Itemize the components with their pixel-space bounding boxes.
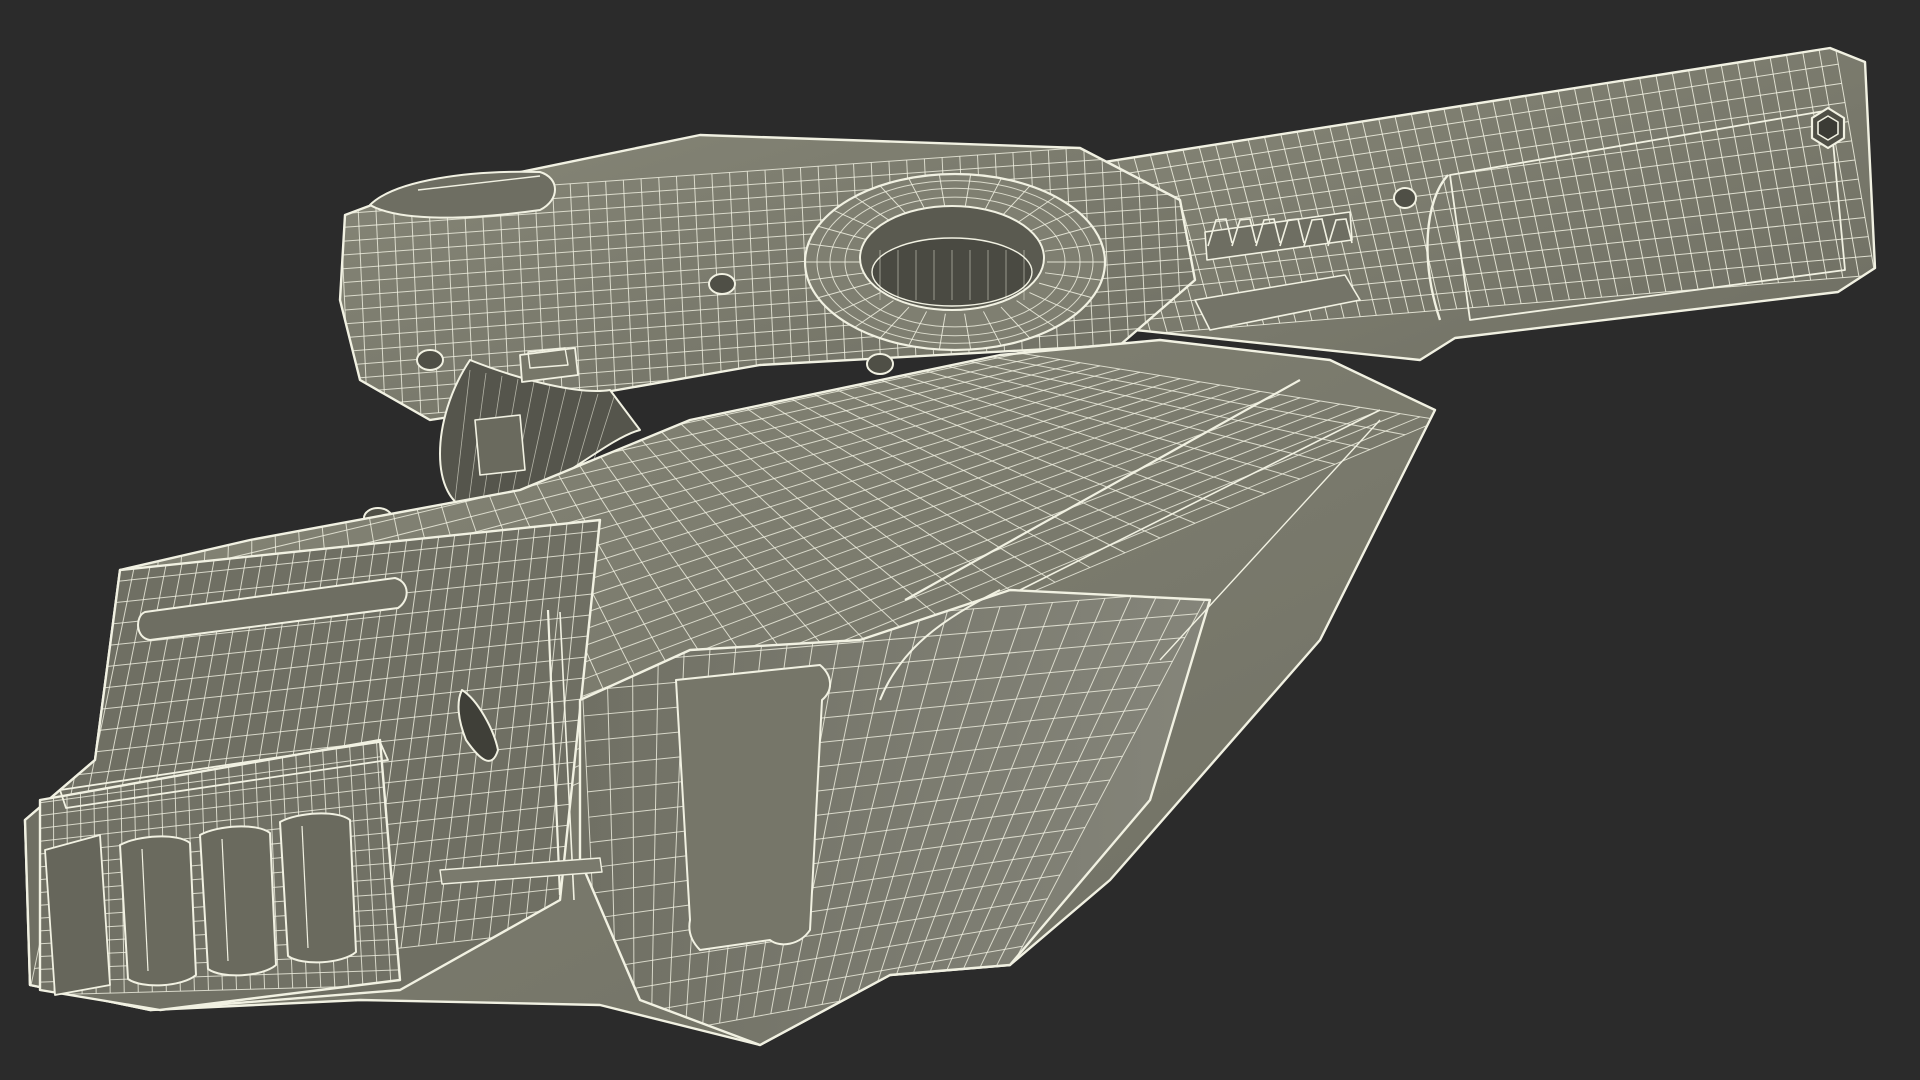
nose-front-face xyxy=(44,834,111,996)
grip-pad xyxy=(675,664,831,951)
handle-screw-hole xyxy=(1393,187,1417,209)
screw-hole-a xyxy=(708,273,736,295)
nose-rib xyxy=(279,812,357,964)
screw-hole-c xyxy=(416,349,444,371)
nose-rib xyxy=(119,835,197,987)
nose-rib xyxy=(199,825,277,977)
wireframe-render xyxy=(23,46,1877,1047)
handle-hole-inner xyxy=(1817,115,1839,141)
cavity-post xyxy=(474,414,526,476)
screw-hole-b xyxy=(866,353,894,375)
render-viewport xyxy=(0,0,1920,1080)
top-slot xyxy=(369,170,556,219)
